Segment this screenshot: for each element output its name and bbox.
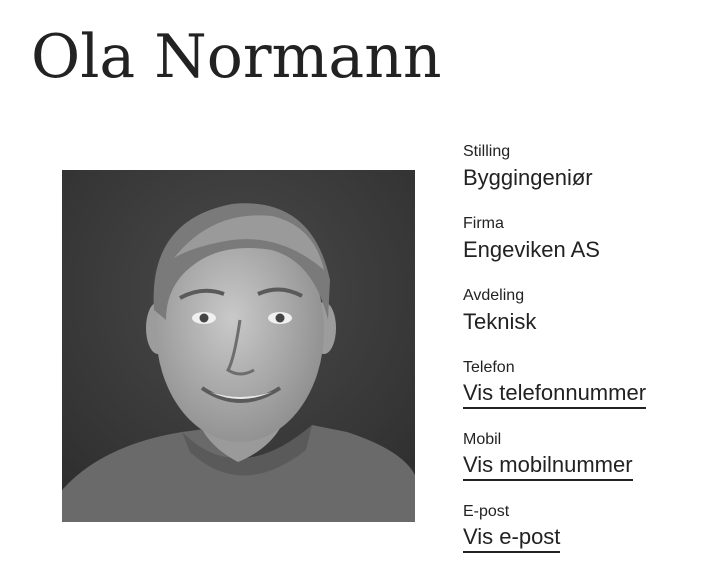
show-phone-link[interactable]: Vis telefonnummer <box>463 379 647 409</box>
field-mobil: Mobil Vis mobilnummer <box>463 429 699 501</box>
show-mobile-link[interactable]: Vis mobilnummer <box>463 451 633 481</box>
page-title: Ola Normann <box>31 22 442 92</box>
field-value: Teknisk <box>463 309 537 334</box>
field-label: Mobil <box>463 431 502 448</box>
field-stilling: Stilling Byggingeniør <box>463 141 699 213</box>
field-avdeling: Avdeling Teknisk <box>463 285 699 357</box>
show-email-link[interactable]: Vis e-post <box>463 523 561 553</box>
field-firma: Firma Engeviken AS <box>463 213 699 285</box>
field-telefon: Telefon Vis telefonnummer <box>463 357 699 429</box>
field-label: Stilling <box>463 143 511 160</box>
field-value: Byggingeniør <box>463 165 593 190</box>
field-epost: E-post Vis e-post <box>463 501 699 573</box>
profile-photo <box>62 170 415 522</box>
field-value: Engeviken AS <box>463 237 600 262</box>
field-label: Firma <box>463 215 504 232</box>
field-label: E-post <box>463 503 510 520</box>
field-label: Avdeling <box>463 287 525 304</box>
contact-info: Stilling Byggingeniør Firma Engeviken AS… <box>463 141 699 573</box>
field-label: Telefon <box>463 359 515 376</box>
